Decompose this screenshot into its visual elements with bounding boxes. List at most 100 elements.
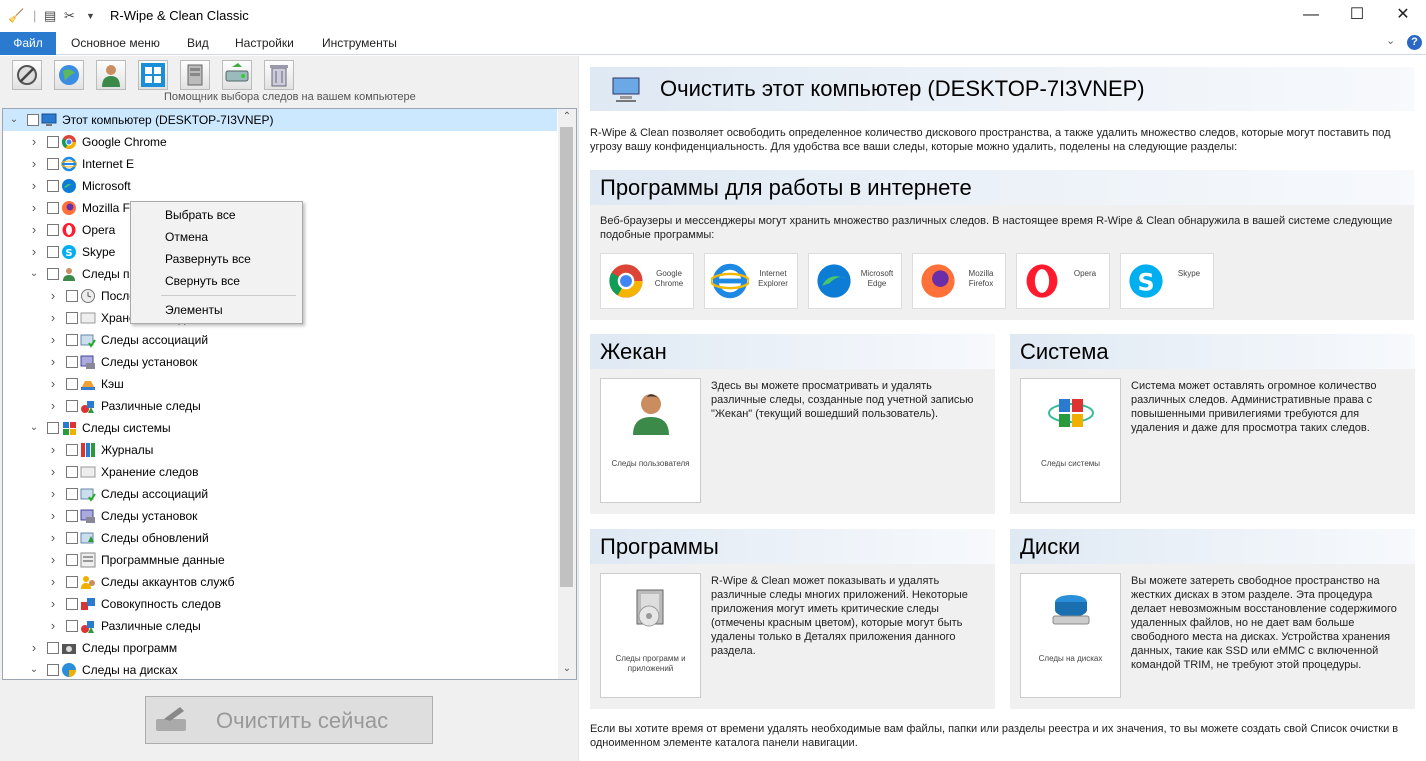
programs-icon[interactable] (180, 60, 210, 90)
tree-root-row[interactable]: ⌄ Этот компьютер (DESKTOP-7I3VNEP) (3, 109, 557, 131)
expand-chevron-icon[interactable]: › (29, 637, 39, 659)
expand-chevron-icon[interactable]: › (48, 615, 58, 637)
tree-checkbox[interactable] (66, 466, 78, 478)
expand-chevron-icon[interactable]: › (29, 175, 39, 197)
menu-item-cancel[interactable]: Отмена (165, 230, 208, 244)
expand-chevron-icon[interactable]: › (48, 571, 58, 593)
tab-main-menu[interactable]: Основное меню (57, 32, 174, 55)
tree-row[interactable]: ⌄ Следы на дисках (3, 659, 557, 679)
programs-traces-card[interactable]: Следы программ и приложений (600, 573, 701, 698)
tree-checkbox[interactable] (66, 576, 78, 588)
tree-row[interactable]: › Различные следы (3, 615, 557, 637)
browser-card[interactable]: S Skype (1120, 253, 1214, 309)
tree-checkbox[interactable] (66, 620, 78, 632)
tree-row[interactable]: › Различные следы (3, 395, 557, 417)
expand-chevron-icon[interactable]: › (29, 153, 39, 175)
expand-chevron-icon[interactable]: › (48, 461, 58, 483)
menu-item-expand-all[interactable]: Развернуть все (165, 252, 251, 266)
tree-row[interactable]: ⌄ Следы системы (3, 417, 557, 439)
tree-row[interactable]: › Программные данные (3, 549, 557, 571)
expand-chevron-icon[interactable]: › (48, 351, 58, 373)
maximize-button[interactable]: ☐ (1334, 0, 1380, 32)
tree-scrollbar[interactable]: ⌃ ⌄ (558, 109, 576, 679)
tree-row[interactable]: › Следы аккаунтов служб (3, 571, 557, 593)
tree-checkbox[interactable] (47, 246, 59, 258)
expand-chevron-icon[interactable]: › (48, 527, 58, 549)
browser-card[interactable]: Mozilla Firefox (912, 253, 1006, 309)
scroll-up-icon[interactable]: ⌃ (558, 111, 576, 122)
tree-checkbox[interactable] (66, 554, 78, 566)
clean-now-button[interactable]: Очистить сейчас (145, 696, 433, 744)
browser-card[interactable]: Microsoft Edge (808, 253, 902, 309)
tree-checkbox[interactable] (66, 334, 78, 346)
tree-row[interactable]: › Google Chrome (3, 131, 557, 153)
help-button[interactable]: ? (1407, 35, 1422, 50)
menu-item-collapse-all[interactable]: Свернуть все (165, 274, 240, 288)
expand-chevron-icon[interactable]: › (29, 197, 39, 219)
expand-chevron-icon[interactable]: › (48, 373, 58, 395)
disks-traces-card[interactable]: Следы на дисках (1020, 573, 1121, 698)
internet-icon[interactable] (54, 60, 84, 90)
tree-row[interactable]: › Internet E (3, 153, 557, 175)
tree-checkbox[interactable] (47, 202, 59, 214)
expand-chevron-icon[interactable]: › (48, 505, 58, 527)
tree-checkbox[interactable] (47, 664, 59, 676)
collapse-chevron-icon[interactable]: ⌄ (9, 109, 19, 131)
browser-card[interactable]: Internet Explorer (704, 253, 798, 309)
tree-row[interactable]: › Совокупность следов (3, 593, 557, 615)
tree-checkbox[interactable] (66, 400, 78, 412)
tree-row[interactable]: › Хранение следов (3, 461, 557, 483)
tree-row[interactable]: › Журналы (3, 439, 557, 461)
tree-row[interactable]: › Следы установок (3, 505, 557, 527)
tree-checkbox[interactable] (47, 180, 59, 192)
collapse-chevron-icon[interactable]: ⌄ (29, 659, 39, 679)
system-traces-card[interactable]: Следы системы (1020, 378, 1121, 503)
expand-chevron-icon[interactable]: › (48, 593, 58, 615)
tab-view[interactable]: Вид (173, 32, 223, 55)
expand-chevron-icon[interactable]: › (48, 395, 58, 417)
properties-icon[interactable]: ▤ (44, 8, 56, 24)
tree-row[interactable]: › Следы ассоциаций (3, 483, 557, 505)
expand-chevron-icon[interactable]: › (29, 219, 39, 241)
tree-checkbox[interactable] (66, 598, 78, 610)
collapse-chevron-icon[interactable]: ⌄ (29, 263, 39, 285)
expand-chevron-icon[interactable]: › (48, 285, 58, 307)
expand-chevron-icon[interactable]: › (48, 483, 58, 505)
tab-file[interactable]: Файл (0, 32, 56, 55)
menu-item-select-all[interactable]: Выбрать все (165, 208, 236, 222)
tree-row[interactable]: › Следы ассоциаций (3, 329, 557, 351)
expand-chevron-icon[interactable]: › (48, 329, 58, 351)
scrollbar-thumb[interactable] (560, 127, 573, 587)
tab-tools[interactable]: Инструменты (308, 32, 411, 55)
drives-icon[interactable] (222, 60, 252, 90)
tools-icon[interactable]: ✂ (64, 8, 75, 24)
windows-icon[interactable] (138, 60, 168, 90)
tree-row[interactable]: › Следы установок (3, 351, 557, 373)
trash-icon[interactable] (264, 60, 294, 90)
tree-checkbox[interactable] (66, 488, 78, 500)
collapse-ribbon-icon[interactable]: ⌄ (1386, 34, 1395, 47)
tree-checkbox[interactable] (47, 642, 59, 654)
scroll-down-icon[interactable]: ⌄ (558, 663, 576, 674)
expand-chevron-icon[interactable]: › (29, 241, 39, 263)
tree-row[interactable]: › Следы обновлений (3, 527, 557, 549)
expand-chevron-icon[interactable]: › (48, 549, 58, 571)
tree-checkbox[interactable] (47, 158, 59, 170)
menu-item-elements[interactable]: Элементы (165, 303, 223, 317)
tree-checkbox[interactable] (66, 312, 78, 324)
tree-checkbox[interactable] (47, 422, 59, 434)
tree-checkbox[interactable] (27, 114, 39, 126)
collapse-chevron-icon[interactable]: ⌄ (29, 417, 39, 439)
expand-chevron-icon[interactable]: › (48, 439, 58, 461)
tree-checkbox[interactable] (47, 268, 59, 280)
close-button[interactable]: ✕ (1380, 0, 1426, 32)
tree-checkbox[interactable] (47, 224, 59, 236)
user-icon[interactable] (96, 60, 126, 90)
minimize-button[interactable]: — (1288, 0, 1334, 32)
tree-checkbox[interactable] (66, 378, 78, 390)
user-traces-card[interactable]: Следы пользователя (600, 378, 701, 503)
expand-chevron-icon[interactable]: › (48, 307, 58, 329)
tree-checkbox[interactable] (66, 356, 78, 368)
tree-checkbox[interactable] (66, 510, 78, 522)
tree-checkbox[interactable] (66, 532, 78, 544)
